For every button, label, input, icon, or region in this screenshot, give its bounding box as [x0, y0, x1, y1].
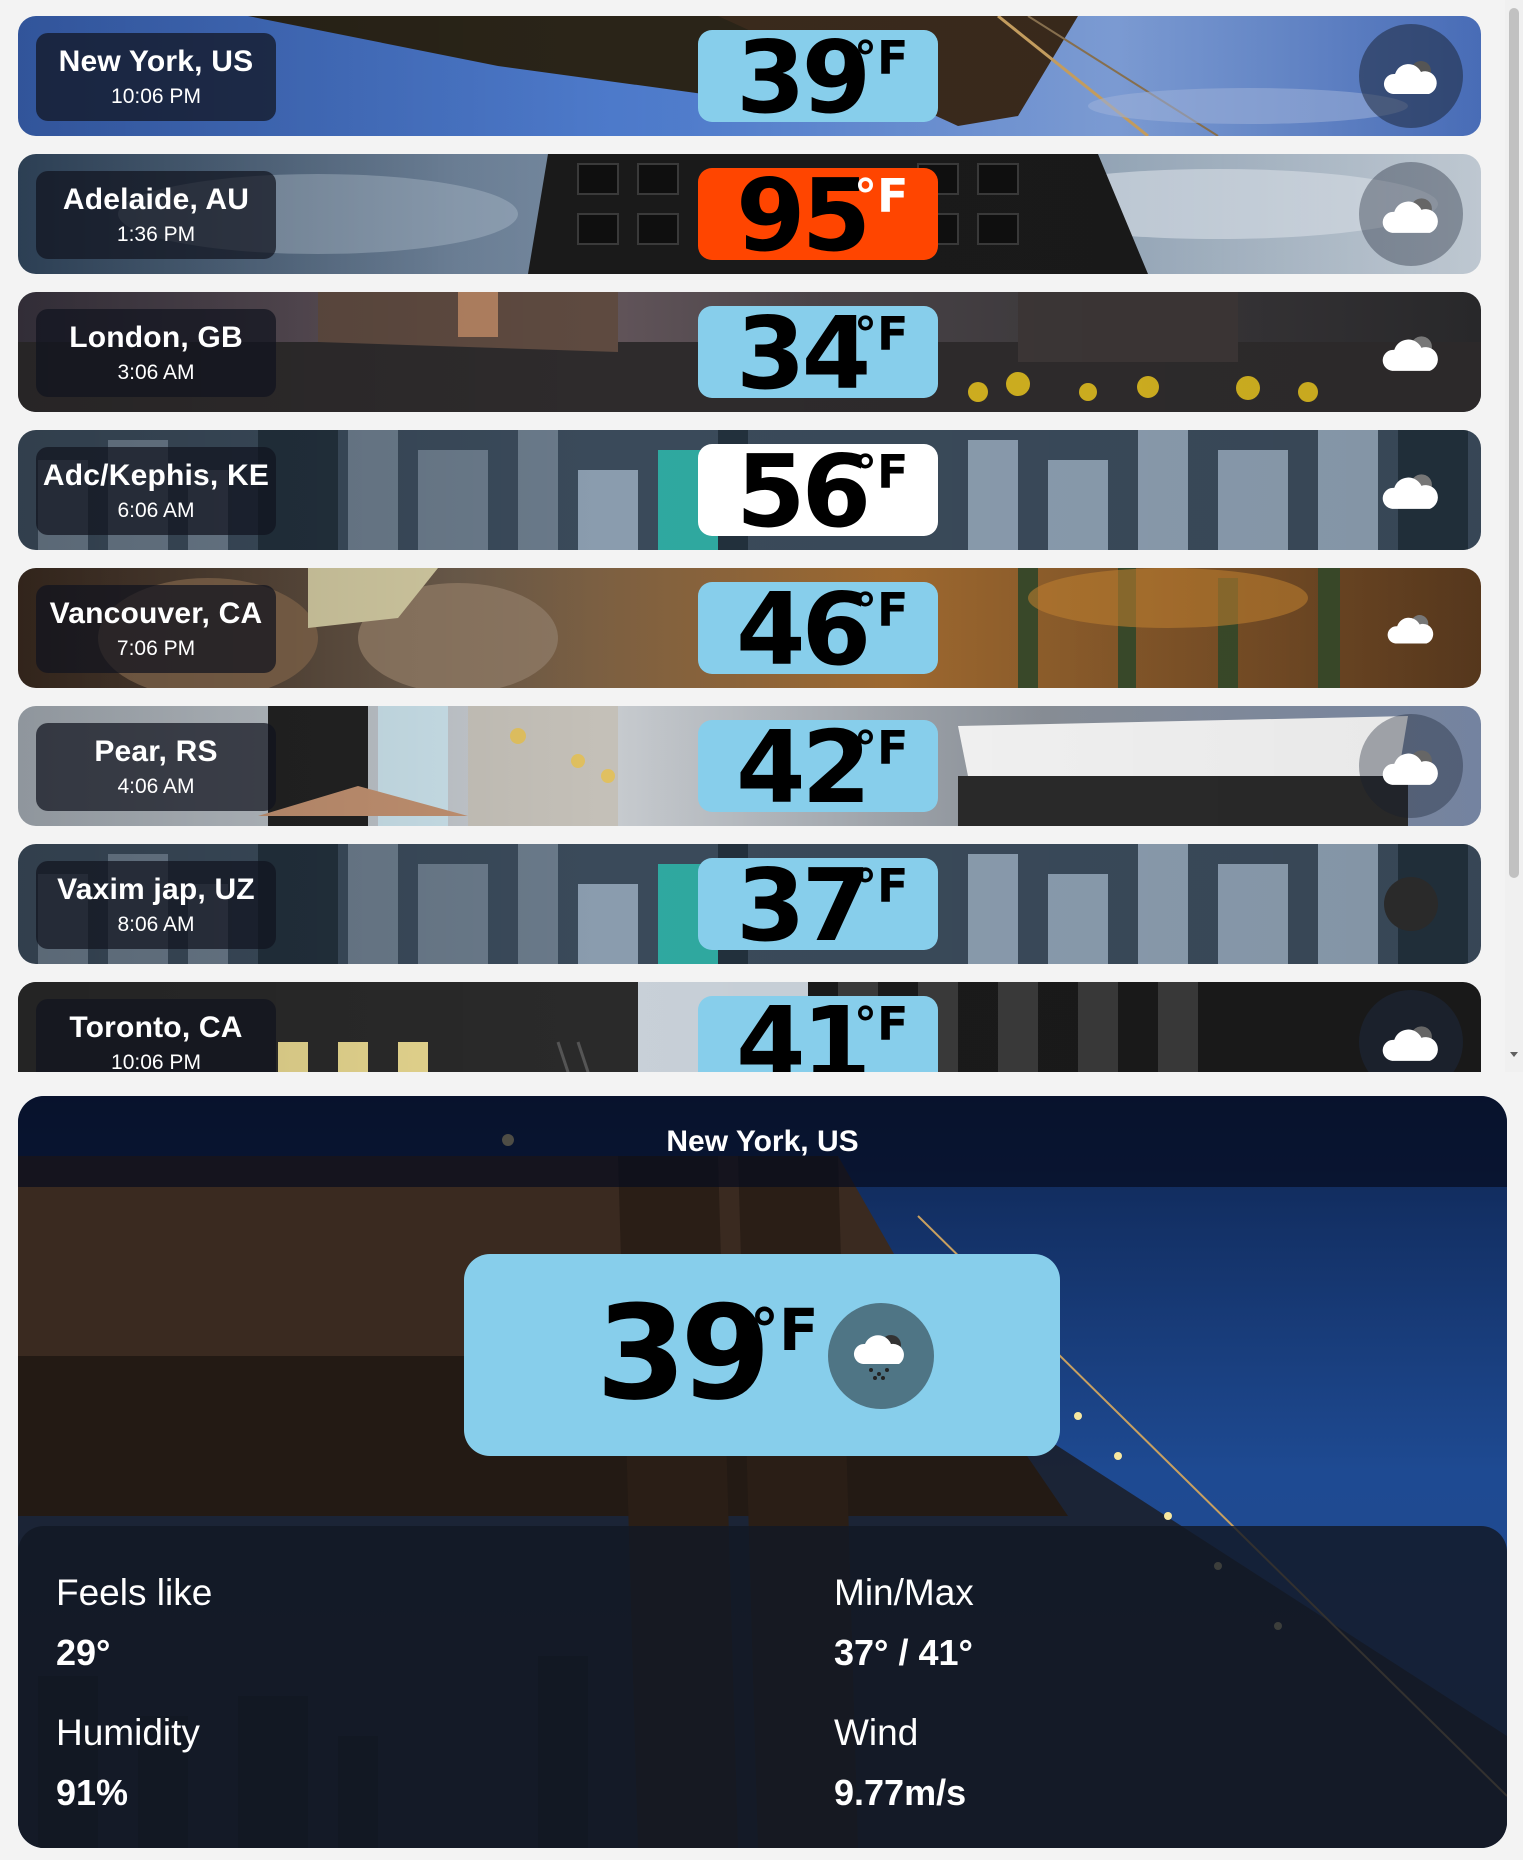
city-label-box: Adelaide, AU 1:36 PM: [36, 171, 276, 259]
city-label-box: Adc/Kephis, KE 6:06 AM: [36, 447, 276, 535]
temperature-value: 95: [736, 157, 871, 274]
temperature-box: 56 °F: [698, 437, 938, 547]
wind-label: Wind: [834, 1712, 919, 1753]
city-name: London, GB: [69, 321, 243, 354]
city-detail-panel: New York, US 39 °F Feels like 29° Min/Ma…: [18, 1096, 1507, 1848]
cloud-icon: [1359, 300, 1463, 404]
city-name: Toronto, CA: [69, 1011, 243, 1044]
temperature-value: 34: [736, 295, 871, 412]
rain-cloud-icon: [828, 1303, 934, 1409]
humidity-stat: Humidity 91%: [56, 1712, 556, 1814]
cloud-icon: [1359, 162, 1463, 266]
city-name: Vancouver, CA: [49, 597, 263, 630]
temperature-value: 39: [736, 19, 871, 136]
wind-value: 9.77m/s: [834, 1772, 967, 1813]
wind-stat: Wind 9.77m/s: [834, 1712, 1334, 1814]
temperature-box: 41 °F: [698, 989, 938, 1072]
city-time: 1:36 PM: [116, 223, 196, 246]
city-label-box: Vaxim jap, UZ 8:06 AM: [36, 861, 276, 949]
city-label-box: Vancouver, CA 7:06 PM: [36, 585, 276, 673]
temperature-unit: °F: [854, 31, 909, 85]
min-max-stat: Min/Max 37° / 41°: [834, 1572, 1334, 1674]
city-label-box: Pear, RS 4:06 AM: [36, 723, 276, 811]
temperature-unit: °F: [854, 859, 909, 913]
city-time: 10:06 PM: [111, 1051, 201, 1072]
detail-temperature-value: 39: [596, 1277, 771, 1429]
temperature-box: 46 °F: [698, 575, 938, 685]
city-time: 3:06 AM: [117, 361, 195, 384]
min-max-value: 37° / 41°: [834, 1632, 973, 1673]
city-card-adc-kephis[interactable]: Adc/Kephis, KE 6:06 AM 56 °F: [18, 430, 1481, 550]
cloud-icon: [1359, 438, 1463, 542]
city-card-adelaide[interactable]: Adelaide, AU 1:36 PM 95 °F: [18, 154, 1481, 274]
temperature-box: 34 °F: [698, 299, 938, 409]
detail-stats: Feels like 29° Min/Max 37° / 41° Humidit…: [18, 1526, 1507, 1848]
city-list[interactable]: New York, US 10:06 PM 39 °F Adelaide, AU…: [0, 0, 1523, 1072]
feels-like-stat: Feels like 29°: [56, 1572, 556, 1674]
city-name: Adc/Kephis, KE: [42, 459, 270, 492]
city-time: 8:06 AM: [117, 913, 195, 936]
min-max-label: Min/Max: [834, 1572, 974, 1613]
cloud-icon: [1359, 576, 1463, 680]
temperature-value: 41: [736, 985, 871, 1073]
city-label-box: Toronto, CA 10:06 PM: [36, 999, 276, 1072]
scroll-down-arrow-icon[interactable]: [1510, 1052, 1518, 1057]
scrollbar-thumb[interactable]: [1509, 8, 1519, 878]
cloud-icon: [1359, 24, 1463, 128]
detail-temperature-unit: °F: [750, 1296, 819, 1364]
city-name: Vaxim jap, UZ: [57, 873, 255, 906]
detail-temperature-box: 39 °F: [464, 1254, 1060, 1456]
temperature-unit: °F: [854, 997, 909, 1051]
scrollbar[interactable]: [1505, 0, 1523, 1072]
city-time: 10:06 PM: [111, 85, 201, 108]
city-name: Adelaide, AU: [62, 183, 250, 216]
humidity-label: Humidity: [56, 1712, 200, 1753]
temperature-box: 39 °F: [698, 23, 938, 133]
city-card-toronto[interactable]: Toronto, CA 10:06 PM 41 °F: [18, 982, 1481, 1072]
humidity-value: 91%: [56, 1772, 129, 1813]
city-time: 4:06 AM: [117, 775, 195, 798]
temperature-box: 37 °F: [698, 851, 938, 961]
temperature-value: 56: [736, 433, 871, 550]
detail-city-name: New York, US: [18, 1096, 1507, 1187]
temperature-box: 42 °F: [698, 713, 938, 823]
city-time: 7:06 PM: [116, 637, 196, 660]
cloud-icon: [1359, 714, 1463, 818]
city-card-vaxim-jap[interactable]: Vaxim jap, UZ 8:06 AM 37 °F: [18, 844, 1481, 964]
moon-icon: [1359, 852, 1463, 956]
weather-app: New York, US 10:06 PM 39 °F Adelaide, AU…: [0, 0, 1523, 1860]
temperature-unit: °F: [854, 445, 909, 499]
city-name: New York, US: [58, 45, 254, 78]
temperature-value: 46: [736, 571, 871, 688]
temperature-unit: °F: [854, 307, 909, 361]
city-card-vancouver[interactable]: Vancouver, CA 7:06 PM 46 °F: [18, 568, 1481, 688]
feels-like-label: Feels like: [56, 1572, 213, 1613]
city-card-london[interactable]: London, GB 3:06 AM 34 °F: [18, 292, 1481, 412]
temperature-unit: °F: [854, 583, 909, 637]
city-time: 6:06 AM: [117, 499, 195, 522]
city-label-box: London, GB 3:06 AM: [36, 309, 276, 397]
feels-like-value: 29°: [56, 1632, 111, 1673]
city-card-new-york[interactable]: New York, US 10:06 PM 39 °F: [18, 16, 1481, 136]
temperature-value: 42: [736, 709, 871, 826]
temperature-unit: °F: [854, 721, 909, 775]
temperature-unit: °F: [854, 169, 909, 223]
city-name: Pear, RS: [94, 735, 218, 768]
temperature-box: 95 °F: [698, 161, 938, 271]
city-label-box: New York, US 10:06 PM: [36, 33, 276, 121]
city-card-pear[interactable]: Pear, RS 4:06 AM 42 °F: [18, 706, 1481, 826]
temperature-value: 37: [736, 847, 871, 964]
